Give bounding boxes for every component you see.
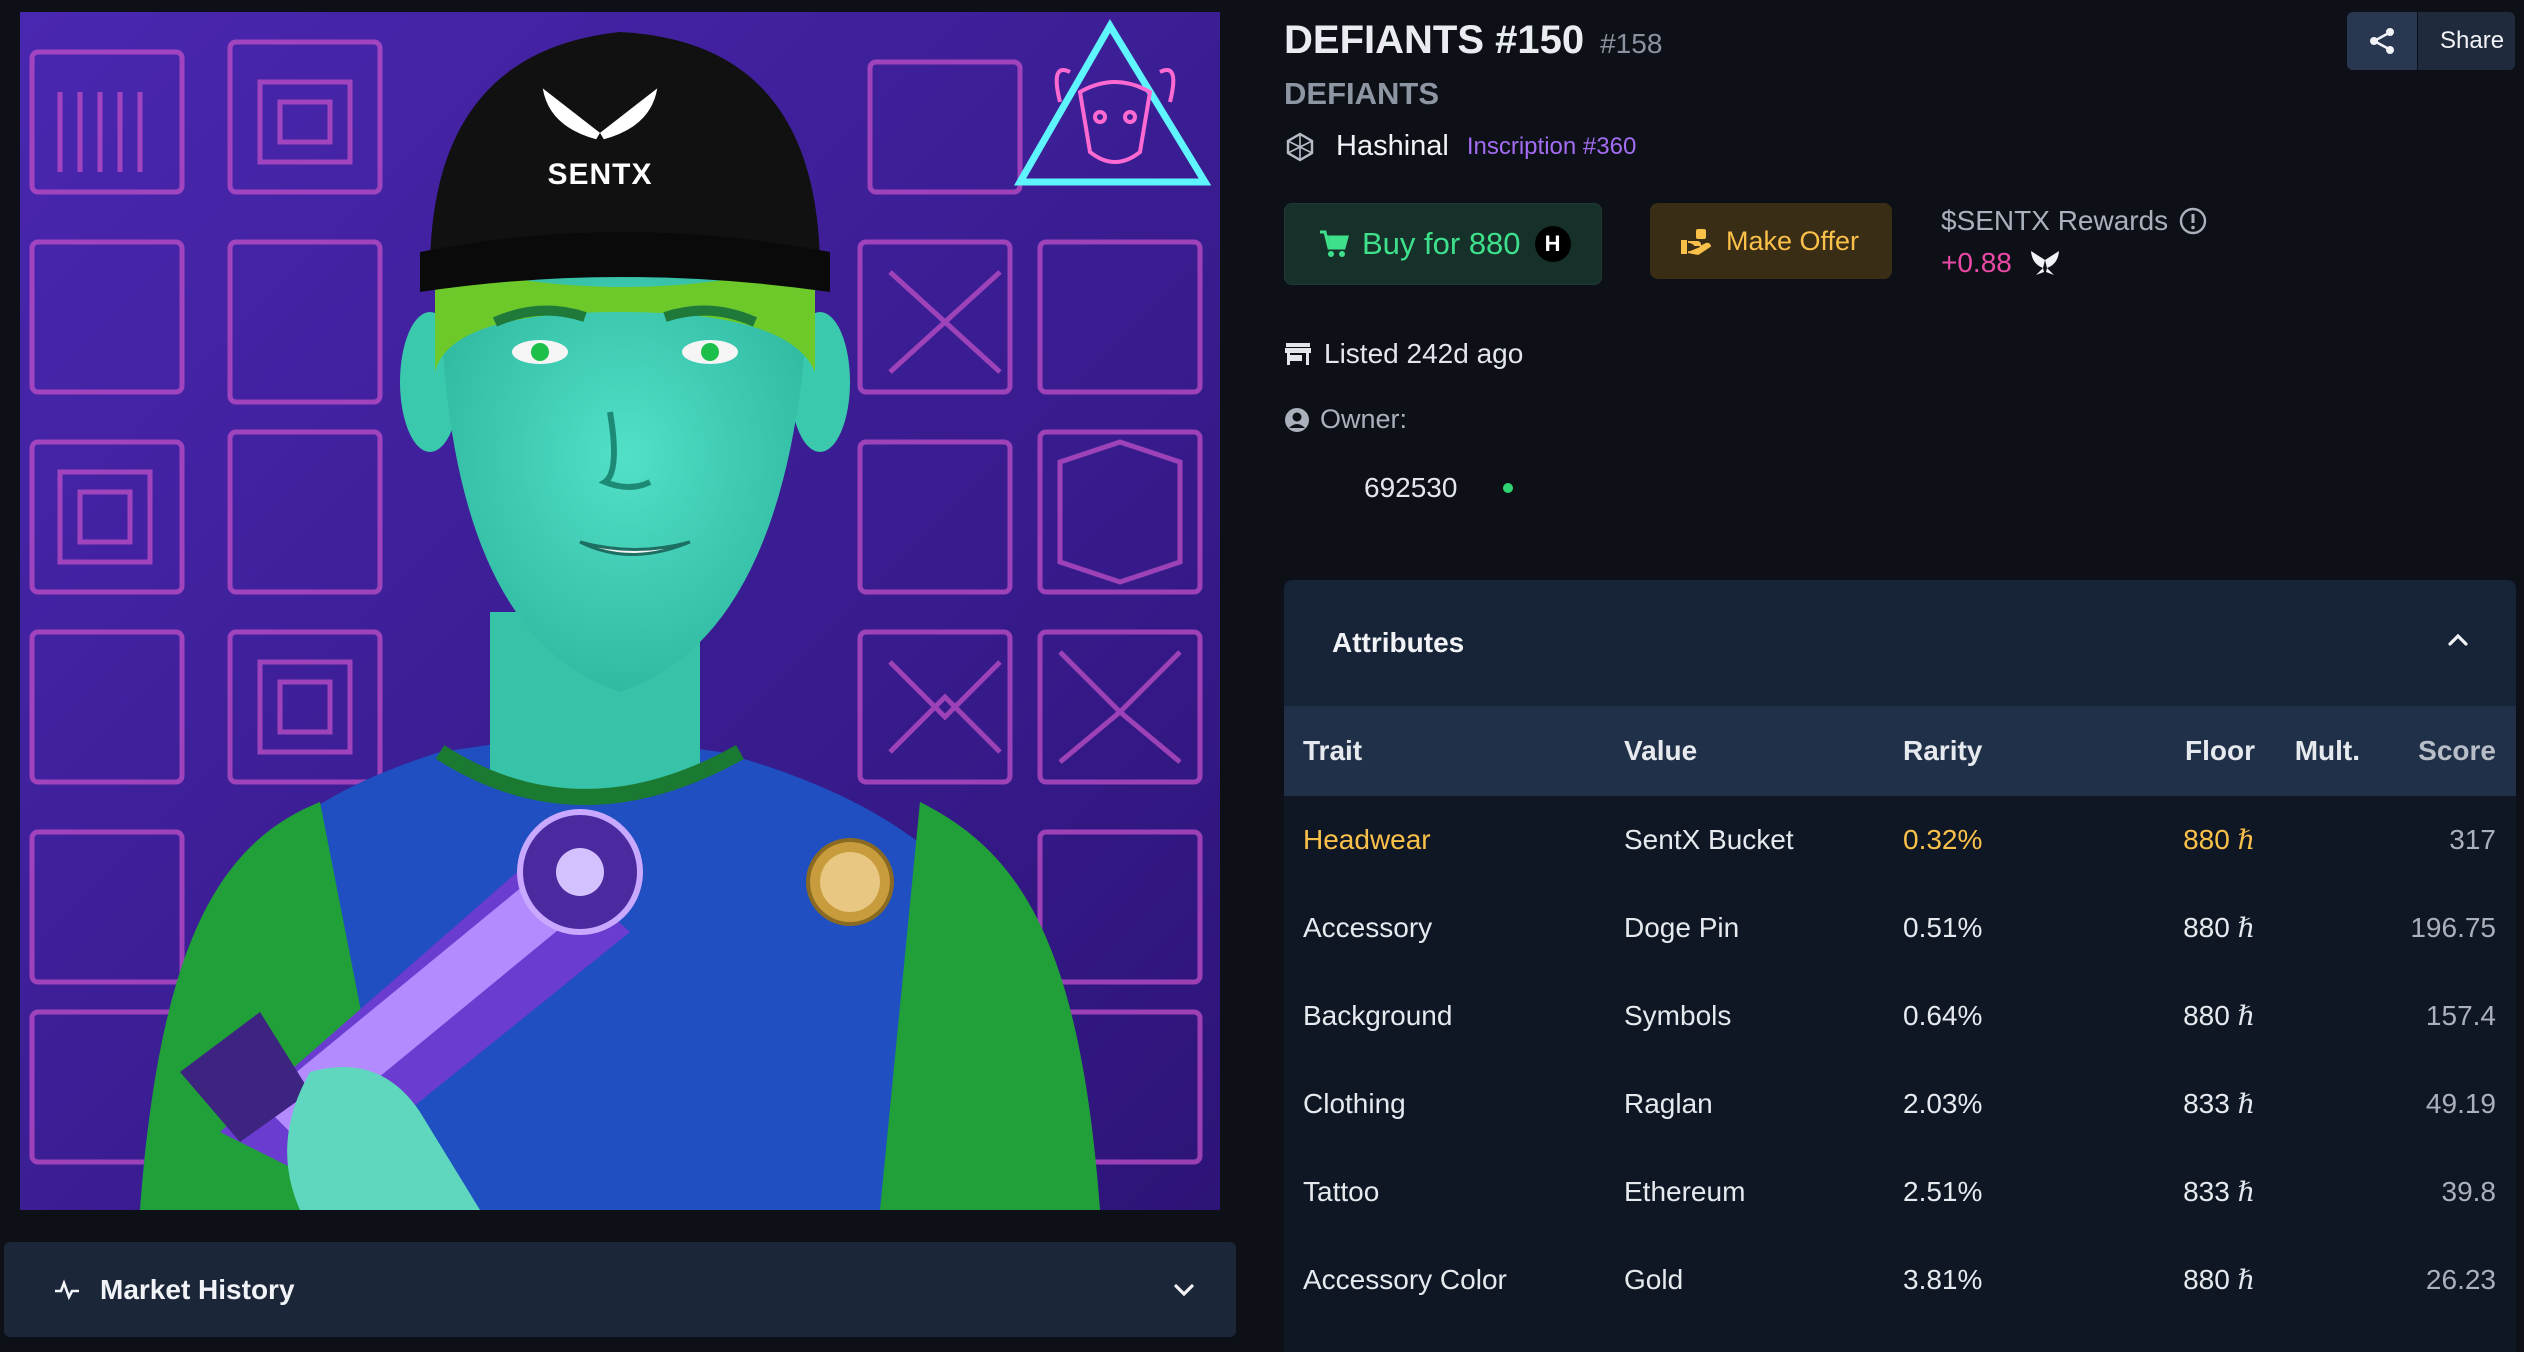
info-icon[interactable]	[2178, 206, 2208, 236]
hbar-badge-icon: H	[1534, 226, 1571, 262]
token-type-row: Hashinal Inscription #360	[1284, 130, 1636, 163]
make-offer-button[interactable]: Make Offer	[1650, 203, 1892, 279]
column-header-floor[interactable]: Floor	[2093, 706, 2255, 796]
mult-cell	[2255, 1148, 2360, 1236]
floor-cell: 833 ℏ	[2183, 1088, 2255, 1120]
rarity-cell: 2.51%	[1903, 1176, 1983, 1207]
rarity-cell: 0.64%	[1903, 1000, 1983, 1031]
mult-cell	[2255, 796, 2360, 884]
chevron-up-icon[interactable]	[2444, 626, 2472, 654]
nft-title: DEFIANTS #150	[1284, 18, 1585, 62]
value-cell: Raglan	[1624, 1088, 1713, 1119]
floor-cell: 833 ℏ	[2183, 1176, 2255, 1208]
attributes-header[interactable]: Attributes	[1284, 580, 2516, 706]
column-header-rarity[interactable]: Rarity	[1903, 706, 2093, 796]
rewards-title: $SENTX Rewards	[1941, 205, 2169, 236]
score-cell: 39.8	[2441, 1176, 2497, 1207]
buy-button[interactable]: Buy for 880 H	[1284, 203, 1602, 285]
trait-cell: Tattoo	[1303, 1176, 1380, 1207]
rarity-cell: 0.32%	[1903, 824, 1983, 855]
floor-cell: 880 ℏ	[2183, 1000, 2255, 1032]
hbar-icon: ℏ	[2237, 1089, 2255, 1120]
chevron-down-icon[interactable]	[1170, 1276, 1198, 1304]
nft-artwork[interactable]: SENTX	[20, 12, 1220, 1210]
hbar-icon: ℏ	[2237, 1265, 2255, 1296]
table-row[interactable]: Accessory Color Gold 3.81% 880 ℏ 26.23	[1284, 1236, 2516, 1324]
trait-cell: Accessory Color	[1303, 1264, 1507, 1295]
online-status-indicator	[1503, 483, 1514, 493]
value-cell: Gold	[1624, 1264, 1684, 1295]
owner-account[interactable]: 692530	[1364, 472, 1514, 504]
floor-cell: 880 ℏ	[2183, 912, 2255, 944]
mult-cell	[2255, 1236, 2360, 1324]
trait-cell: Accessory	[1303, 912, 1433, 943]
table-row[interactable]: Clothing Raglan 2.03% 833 ℏ 49.19	[1284, 1060, 2516, 1148]
value-cell: Ethereum	[1624, 1176, 1746, 1207]
rarity-cell: 0.51%	[1903, 912, 1983, 943]
rarity-cell: 2.03%	[1903, 1088, 1983, 1119]
attributes-panel: Attributes Trait Value Rarity Floor Mult…	[1284, 580, 2516, 1352]
table-header-row: Trait Value Rarity Floor Mult. Score	[1284, 706, 2516, 796]
rank-badge: #158	[1600, 28, 1663, 59]
make-offer-label: Make Offer	[1726, 225, 1860, 256]
buy-label: Buy for 880	[1362, 226, 1521, 261]
owner-label: Owner:	[1320, 404, 1408, 434]
user-circle-icon	[1285, 407, 1309, 432]
table-row[interactable]: Accessory Doge Pin 0.51% 880 ℏ 196.75	[1284, 884, 2516, 972]
token-type: Hashinal	[1336, 130, 1449, 162]
inscription-link[interactable]: Inscription #360	[1467, 133, 1636, 161]
value-cell: SentX Bucket	[1624, 824, 1794, 855]
value-cell: Symbols	[1624, 1000, 1732, 1031]
floor-cell: 880 ℏ	[2183, 1264, 2255, 1296]
score-cell: 157.4	[2425, 1000, 2496, 1031]
value-cell: Doge Pin	[1624, 912, 1740, 943]
column-header-mult[interactable]: Mult.	[2255, 706, 2360, 796]
score-cell: 49.19	[2425, 1088, 2496, 1119]
hbar-icon: ℏ	[2237, 825, 2255, 856]
column-header-trait[interactable]: Trait	[1284, 706, 1624, 796]
offer-hand-icon	[1681, 229, 1712, 256]
owner-label-row: Owner:	[1284, 404, 1407, 435]
rewards-panel: $SENTX Rewards +0.88	[1941, 205, 2208, 279]
score-cell: 317	[2449, 824, 2496, 855]
mult-cell	[2255, 972, 2360, 1060]
column-header-score[interactable]: Score	[2360, 706, 2516, 796]
floor-cell: 880 ℏ	[2183, 824, 2255, 856]
rarity-cell: 3.81%	[1903, 1264, 1983, 1295]
hbar-icon: ℏ	[2237, 1177, 2255, 1208]
trait-cell: Clothing	[1303, 1088, 1406, 1119]
listed-text: Listed 242d ago	[1324, 338, 1524, 369]
column-header-value[interactable]: Value	[1624, 706, 1903, 796]
table-row[interactable]: Background Symbols 0.64% 880 ℏ 157.4	[1284, 972, 2516, 1060]
score-cell: 196.75	[2410, 912, 2496, 943]
hashinal-cube-icon	[1286, 132, 1314, 161]
trait-cell: Headwear	[1303, 824, 1431, 855]
mult-cell	[2255, 1060, 2360, 1148]
attributes-table: Trait Value Rarity Floor Mult. Score Hea…	[1284, 706, 2516, 1324]
collection-name[interactable]: DEFIANTS	[1284, 76, 1439, 112]
hbar-icon: ℏ	[2237, 913, 2255, 944]
market-history-panel[interactable]: Market History	[4, 1242, 1236, 1337]
share-button[interactable]: Share	[2347, 12, 2515, 70]
mult-cell	[2255, 884, 2360, 972]
sentx-cap-logo-icon: SENTX	[530, 82, 670, 192]
title-row: DEFIANTS #150 #158	[1284, 18, 1662, 63]
cap-text: SENTX	[547, 158, 653, 192]
activity-icon	[55, 1278, 79, 1300]
listed-info: Listed 242d ago	[1284, 338, 1523, 370]
market-history-label: Market History	[100, 1273, 295, 1305]
share-icon	[2370, 28, 2394, 54]
sentx-moth-icon	[2030, 251, 2059, 275]
score-cell: 26.23	[2425, 1264, 2496, 1295]
hbar-icon: ℏ	[2237, 1001, 2255, 1032]
trait-cell: Background	[1303, 1000, 1453, 1031]
owner-id: 692530	[1364, 472, 1458, 503]
attributes-title: Attributes	[1332, 627, 1465, 658]
table-row[interactable]: Headwear SentX Bucket 0.32% 880 ℏ 317	[1284, 796, 2516, 884]
cart-icon	[1320, 230, 1349, 257]
share-label: Share	[2440, 27, 2505, 54]
rewards-value: +0.88	[1941, 247, 2012, 278]
table-row[interactable]: Tattoo Ethereum 2.51% 833 ℏ 39.8	[1284, 1148, 2516, 1236]
store-icon	[1285, 343, 1311, 365]
